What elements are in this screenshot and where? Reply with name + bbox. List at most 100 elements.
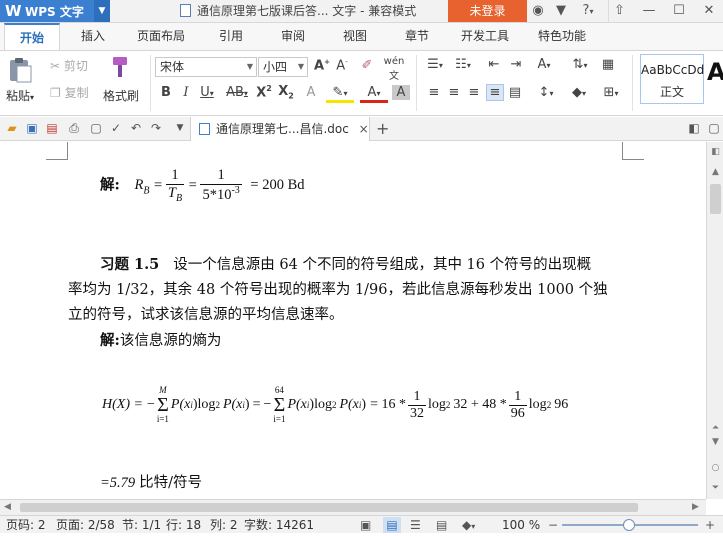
table-grid-icon[interactable]: ▦ xyxy=(600,57,616,72)
tab-review[interactable]: 审阅 xyxy=(267,23,319,50)
fullscreen-view-icon[interactable]: ▣ xyxy=(360,516,371,534)
borders-icon[interactable]: ⊞▾ xyxy=(598,85,624,100)
tab-chapter[interactable]: 章节 xyxy=(391,23,443,50)
status-page[interactable]: 页面: 2/58 xyxy=(56,516,115,534)
underline-icon[interactable]: U▾ xyxy=(196,85,218,100)
undo-icon[interactable]: ↶ xyxy=(128,120,144,136)
status-row[interactable]: 行: 18 xyxy=(166,516,201,534)
select-browse-object-icon[interactable]: ○ xyxy=(707,460,723,476)
tab-page-layout[interactable]: 页面布局 xyxy=(128,23,194,50)
open-folder-icon[interactable]: ▰ xyxy=(4,120,20,136)
wps-app-menu-button[interactable]: W WPS 文字 ▼ xyxy=(0,0,110,22)
ribbon-divider xyxy=(416,55,417,111)
numbered-list-icon[interactable]: ☷▾ xyxy=(452,57,474,72)
align-center-icon[interactable]: ≡ xyxy=(446,85,462,100)
tab-special-features[interactable]: 特色功能 xyxy=(530,23,594,50)
document-canvas[interactable]: 解: RB = 1 TB = 1 5*10-3 = 200 Bd 习题 1.5 设一个… xyxy=(0,142,706,499)
shrink-font-icon[interactable]: A- xyxy=(334,58,350,73)
login-button[interactable]: 未登录 xyxy=(448,0,527,22)
page-view-icon[interactable]: ▤ xyxy=(383,517,401,533)
shirt-icon[interactable]: ▼ xyxy=(553,0,569,22)
status-column[interactable]: 列: 2 xyxy=(210,516,238,534)
bullet-list-icon[interactable]: ☰▾ xyxy=(424,57,446,72)
tab-home[interactable]: 开始 xyxy=(4,23,60,50)
bold-icon[interactable]: B xyxy=(158,85,174,100)
collapse-ribbon-icon[interactable]: ⇧ xyxy=(608,0,630,22)
scroll-right-icon[interactable]: ▶ xyxy=(692,502,699,512)
grow-font-icon[interactable]: A+ xyxy=(314,58,330,73)
paste-icon[interactable] xyxy=(6,57,36,83)
print-preview-icon[interactable]: ▢ xyxy=(88,120,104,136)
spell-check-icon[interactable]: ✓ xyxy=(108,120,124,136)
font-name-select[interactable]: 宋体 ▼ xyxy=(155,57,257,77)
skin-icon[interactable]: ◉ xyxy=(530,0,546,22)
cut-button[interactable]: ✂ 剪切 xyxy=(50,57,88,74)
format-painter-icon[interactable] xyxy=(108,55,132,79)
font-size-select[interactable]: 小四 ▼ xyxy=(258,57,308,77)
justify-icon[interactable]: ≡ xyxy=(486,84,504,101)
superscript-icon[interactable]: X2 xyxy=(254,84,274,100)
collapse-panel-icon[interactable]: ▢ xyxy=(706,120,722,136)
style-normal[interactable]: AaBbCcDd 正文 xyxy=(640,54,704,104)
tab-developer[interactable]: 开发工具 xyxy=(453,23,517,50)
scroll-up-icon[interactable]: ▲ xyxy=(707,164,723,180)
help-icon[interactable]: ?▾ xyxy=(576,0,600,22)
distributed-align-icon[interactable]: ▤ xyxy=(507,85,523,100)
style-heading-preview[interactable]: A xyxy=(707,58,723,86)
close-icon[interactable]: ✕ xyxy=(698,0,720,22)
zoom-slider-thumb[interactable] xyxy=(623,519,635,531)
status-section[interactable]: 节: 1/1 xyxy=(122,516,161,534)
vertical-scroll-thumb[interactable] xyxy=(710,184,721,214)
highlight-icon[interactable]: ✎▾ xyxy=(326,85,354,103)
zoom-level[interactable]: 100 % xyxy=(502,516,540,534)
print-icon[interactable]: ⎙ xyxy=(66,120,82,136)
tab-insert[interactable]: 插入 xyxy=(66,23,120,50)
tab-references[interactable]: 引用 xyxy=(205,23,257,50)
close-tab-icon[interactable]: × xyxy=(359,122,369,136)
align-left-icon[interactable]: ≡ xyxy=(426,85,442,100)
align-right-icon[interactable]: ≡ xyxy=(466,85,482,100)
zoom-out-icon[interactable]: − xyxy=(548,516,558,534)
export-pdf-icon[interactable]: ▤ xyxy=(44,120,60,136)
reading-view-icon[interactable]: ◆▾ xyxy=(462,516,475,536)
format-painter-button[interactable]: 格式刷 xyxy=(103,87,139,104)
phonetic-guide-icon[interactable]: wén 文 xyxy=(382,56,406,82)
next-page-icon[interactable]: ⏷ xyxy=(707,480,723,496)
status-word-count[interactable]: 字数: 14261 xyxy=(244,516,314,534)
horizontal-scrollbar[interactable]: ◀ ▶ xyxy=(0,499,706,515)
new-tab-icon[interactable]: + xyxy=(376,119,389,138)
paste-button[interactable]: 粘贴▾ xyxy=(6,87,34,104)
view-toggle-icon[interactable]: ◧ xyxy=(707,144,723,160)
copy-button[interactable]: ❐ 复制 xyxy=(50,84,89,101)
chevron-down-icon[interactable]: ▼ xyxy=(94,0,110,22)
status-page-number[interactable]: 页码: 2 xyxy=(6,516,46,534)
horizontal-scroll-thumb[interactable] xyxy=(20,503,638,512)
scroll-left-icon[interactable]: ◀ xyxy=(4,502,11,512)
sort-icon[interactable]: ⇅▾ xyxy=(568,57,592,72)
zoom-in-icon[interactable]: + xyxy=(705,516,715,534)
scroll-down-icon[interactable]: ▼ xyxy=(707,434,723,450)
font-color-icon[interactable]: A▾ xyxy=(360,85,388,103)
clear-format-icon[interactable]: ✐ xyxy=(358,58,376,73)
italic-icon[interactable]: I xyxy=(178,85,194,100)
web-view-icon[interactable]: ▤ xyxy=(436,516,447,534)
maximize-icon[interactable]: ☐ xyxy=(668,0,690,22)
strikethrough-icon[interactable]: AB▾ xyxy=(224,85,250,100)
text-direction-icon[interactable]: A▾ xyxy=(532,57,556,72)
customize-qat-icon[interactable]: ▼ xyxy=(172,120,188,136)
restore-view-icon[interactable]: ◧ xyxy=(686,120,702,136)
redo-icon[interactable]: ↷ xyxy=(148,120,164,136)
char-shading-icon[interactable]: A xyxy=(392,85,410,100)
document-tab[interactable]: 通信原理第七...昌信.doc × xyxy=(190,117,370,141)
minimize-icon[interactable]: — xyxy=(638,0,660,22)
text-effect-icon[interactable]: A xyxy=(302,85,320,100)
line-spacing-icon[interactable]: ↕▾ xyxy=(534,85,558,100)
increase-indent-icon[interactable]: ⇥ xyxy=(508,57,524,72)
vertical-scrollbar[interactable]: ◧ ▲ ⏶ ▼ ○ ⏷ xyxy=(706,142,723,499)
outline-view-icon[interactable]: ☰ xyxy=(410,516,421,534)
paragraph-shading-icon[interactable]: ◆▾ xyxy=(566,85,592,100)
tab-view[interactable]: 视图 xyxy=(329,23,381,50)
subscript-icon[interactable]: X2 xyxy=(276,84,296,101)
decrease-indent-icon[interactable]: ⇤ xyxy=(486,57,502,72)
save-icon[interactable]: ▣ xyxy=(24,120,40,136)
